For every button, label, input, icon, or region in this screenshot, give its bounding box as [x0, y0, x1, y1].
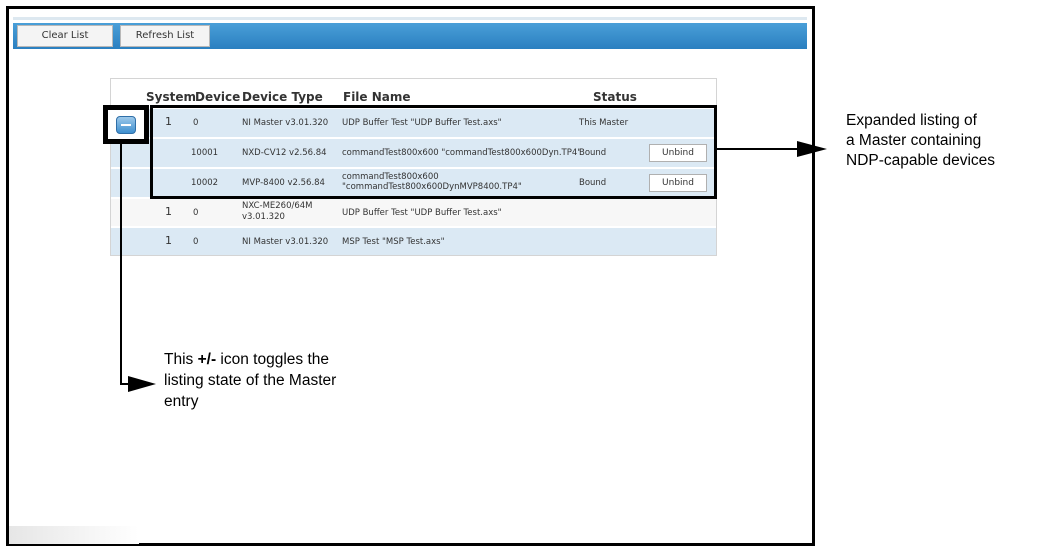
- bottom-arrow-head: [128, 376, 156, 392]
- row-device-type-line2: v3.01.320: [242, 212, 285, 222]
- row-system: 1: [165, 234, 172, 247]
- row-device-type-line1: NXC-ME260/64M: [242, 201, 313, 211]
- refresh-list-button[interactable]: Refresh List: [120, 25, 210, 47]
- toolbar: Clear List Refresh List: [13, 17, 807, 49]
- row-file-name: MSP Test "MSP Test.axs": [342, 237, 445, 247]
- row-device-type: NI Master v3.01.320: [242, 237, 329, 247]
- note-line: This +/- icon toggles the: [164, 349, 336, 370]
- expanded-listing-callout: [150, 105, 717, 199]
- minus-toggle-icon[interactable]: [116, 116, 136, 134]
- header-file-name: File Name: [343, 90, 411, 104]
- toolbar-top-rule: [13, 17, 807, 20]
- right-arrow-line: [717, 148, 797, 150]
- background-shadow: [9, 526, 139, 544]
- note-line: entry: [164, 393, 199, 410]
- note-text: icon toggles the: [216, 351, 330, 368]
- header-system: System: [146, 90, 196, 104]
- bottom-arrow-vertical: [120, 144, 122, 384]
- row-file-name: UDP Buffer Test "UDP Buffer Test.axs": [342, 208, 502, 218]
- expanded-listing-note: Expanded listing of a Master containing …: [846, 111, 995, 171]
- row-device: 0: [193, 237, 199, 247]
- right-arrow-head: [797, 141, 827, 157]
- note-line: Expanded listing of: [846, 112, 977, 129]
- table-row[interactable]: 1 0 NXC-ME260/64M v3.01.320 UDP Buffer T…: [111, 199, 716, 226]
- row-device: 0: [193, 208, 199, 218]
- row-system: 1: [165, 205, 172, 218]
- header-status: Status: [593, 90, 637, 104]
- note-line: a Master containing: [846, 132, 982, 149]
- clear-list-button[interactable]: Clear List: [17, 25, 113, 47]
- note-text: This: [164, 351, 198, 368]
- table-row[interactable]: 1 0 NI Master v3.01.320 MSP Test "MSP Te…: [111, 228, 716, 255]
- minus-bar: [121, 124, 131, 126]
- header-device: Device: [195, 90, 241, 104]
- note-plus-minus: +/-: [197, 351, 217, 368]
- header-device-type: Device Type: [242, 90, 323, 104]
- toggle-callout-box: [103, 105, 149, 144]
- note-line: NDP-capable devices: [846, 152, 996, 169]
- toggle-icon-note: This +/- icon toggles the listing state …: [164, 349, 336, 412]
- note-line: listing state of the Master: [164, 372, 337, 389]
